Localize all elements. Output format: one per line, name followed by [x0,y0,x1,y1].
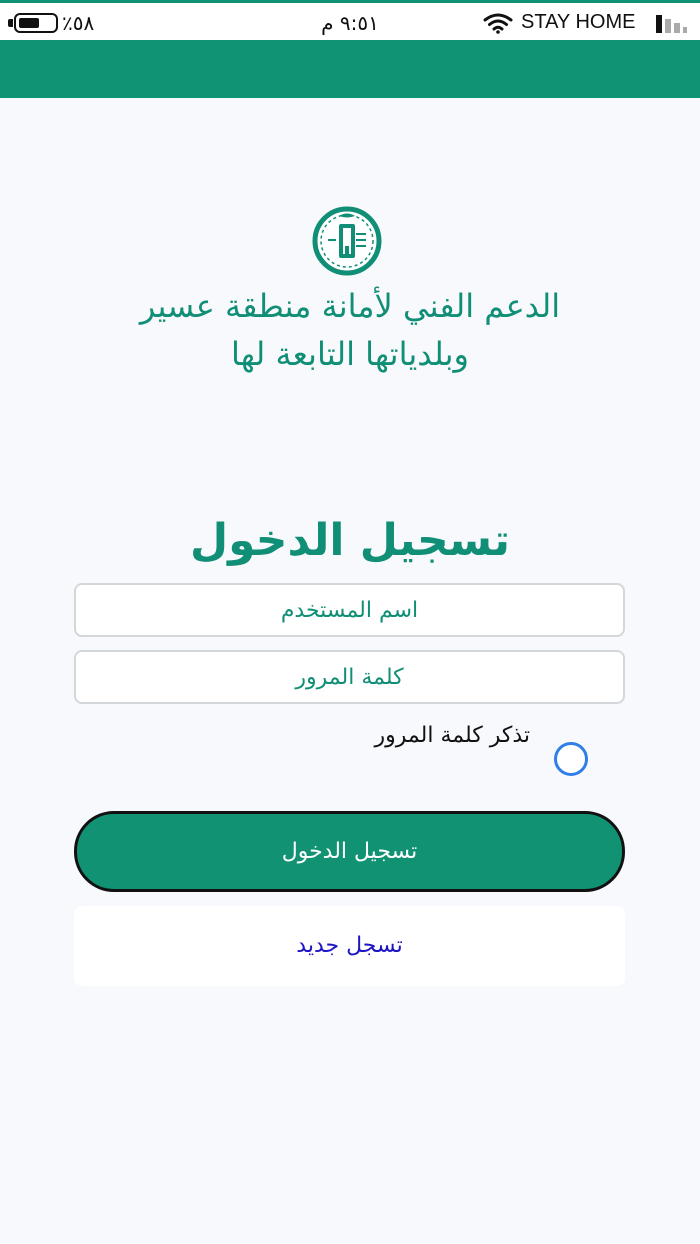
battery-percentage: ٪٥٨ [62,11,95,35]
register-container: تسجل جديد [74,906,625,986]
battery-nub [8,19,13,27]
status-bar: ٪٥٨ ٩:٥١ م STAY HOME [0,0,700,40]
username-field[interactable] [74,583,625,637]
amanah-asir-logo-icon [312,206,382,276]
signal-icon [656,15,687,33]
login-heading: تسجيل الدخول [189,515,511,566]
password-field[interactable] [74,650,625,704]
battery-level-fill [19,18,39,28]
organization-title-line2: وبلدياتها التابعة لها [231,335,469,373]
carrier-name: STAY HOME [521,11,636,33]
battery-icon [14,13,58,33]
login-button[interactable]: تسجيل الدخول [74,811,625,892]
wifi-icon [483,13,513,34]
remember-password-label[interactable]: تذكر كلمة المرور [300,716,530,756]
organization-title-line1: الدعم الفني لأمانة منطقة عسير [139,287,561,325]
register-link[interactable]: تسجل جديد [74,906,625,986]
organization-title: الدعم الفني لأمانة منطقة عسير وبلدياتها … [100,282,600,378]
status-time: ٩:٥١ م [321,11,379,35]
remember-password-radio[interactable] [554,742,588,776]
